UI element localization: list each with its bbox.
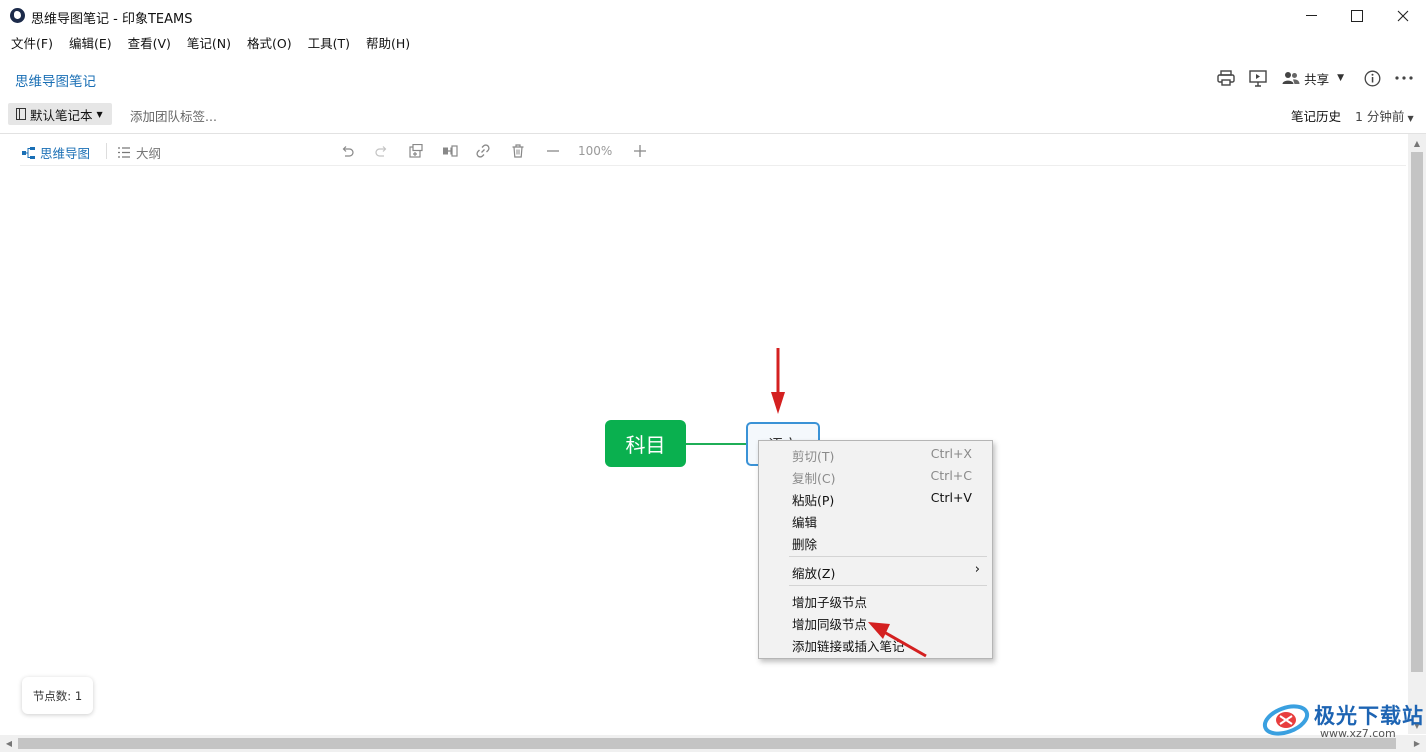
annotation-arrows bbox=[771, 348, 927, 658]
annotation-arrow-left-icon bbox=[868, 622, 927, 658]
watermark-url: www.xz7.com bbox=[1320, 727, 1396, 740]
scroll-right-icon[interactable]: ▶ bbox=[1409, 735, 1425, 752]
horizontal-scrollbar[interactable]: ◀ ▶ bbox=[0, 735, 1426, 752]
horizontal-scroll-thumb[interactable] bbox=[18, 738, 1396, 749]
scroll-left-icon[interactable]: ◀ bbox=[1, 735, 17, 752]
node-count-badge: 节点数: 1 bbox=[22, 677, 93, 714]
annotation-arrow-down-icon bbox=[771, 348, 785, 414]
watermark-logo-icon bbox=[1262, 704, 1310, 736]
vertical-scrollbar[interactable]: ▲ ▼ bbox=[1408, 134, 1426, 734]
scroll-up-icon[interactable]: ▲ bbox=[1408, 135, 1426, 151]
vertical-scroll-thumb[interactable] bbox=[1411, 152, 1423, 672]
watermark-title: 极光下载站 bbox=[1314, 704, 1424, 728]
